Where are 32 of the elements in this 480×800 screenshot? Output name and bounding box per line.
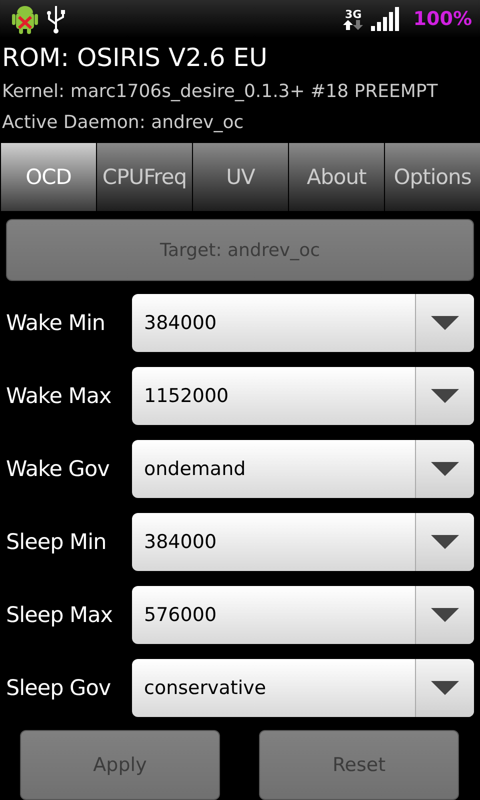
android-error-icon [12, 4, 38, 34]
setting-label: Sleep Min [6, 530, 108, 554]
tab[interactable]: About [288, 143, 384, 211]
tab[interactable]: UV [192, 143, 288, 211]
kernel-info: Kernel: marc1706s_desire_0.1.3+ #18 PREEMPT [2, 80, 439, 104]
setting-label: Sleep Gov [6, 676, 112, 700]
tab[interactable]: CPUFreq [96, 143, 192, 211]
setting-label: Wake Gov [6, 456, 110, 482]
rom-title: ROM: OSIRIS V2.6 EU [2, 42, 268, 74]
dropdown-arrow-icon [431, 462, 459, 476]
data-arrows-icon [343, 20, 364, 30]
signal-icon [371, 7, 400, 31]
dropdown[interactable]: conservative [132, 659, 474, 717]
tab[interactable]: OCD [0, 143, 96, 211]
dropdown-arrow-icon [431, 681, 459, 695]
dropdown-arrow-icon [431, 608, 459, 622]
battery-level: 100% [413, 8, 472, 30]
dropdown-arrow-icon [431, 316, 459, 330]
setting-label: Sleep Max [6, 602, 114, 628]
setting-label: Wake Max [6, 384, 112, 408]
network-type: 3G [344, 8, 362, 20]
dropdown[interactable]: 384000 [132, 294, 474, 352]
dropdown[interactable]: ondemand [132, 440, 474, 498]
dropdown[interactable]: 576000 [132, 586, 474, 644]
dropdown-arrow-icon [431, 389, 459, 403]
tab[interactable]: Options [384, 143, 480, 211]
setting-label: Wake Min [6, 310, 106, 336]
usb-icon [46, 4, 68, 34]
dropdown[interactable]: 384000 [132, 513, 474, 571]
dropdown-arrow-icon [431, 535, 459, 549]
dropdown[interactable]: 1152000 [132, 367, 474, 425]
daemon-info: Active Daemon: andrev_oc [2, 111, 245, 135]
